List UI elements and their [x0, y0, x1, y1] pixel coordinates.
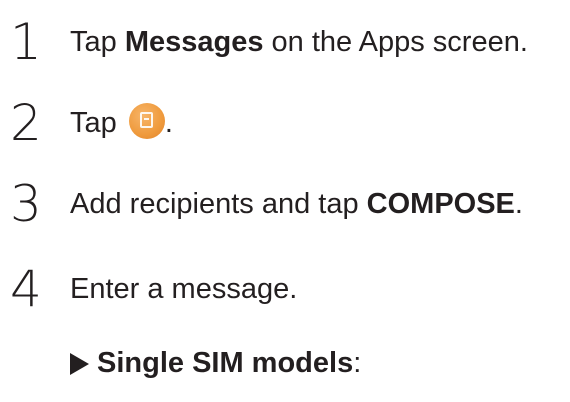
substep-colon: : [353, 347, 362, 379]
instruction-text: Tap [70, 26, 125, 58]
substep-single-sim: Single SIM models: [70, 333, 361, 393]
step-number: 4 [10, 260, 42, 318]
instruction-emphasis: COMPOSE [366, 188, 515, 220]
step-1: 1 Tap Messages on the Apps screen. [0, 12, 570, 72]
instruction-text: Enter a message. [70, 273, 298, 305]
step-number: 2 [10, 94, 42, 152]
compose-message-icon [128, 103, 165, 139]
step-number: 3 [10, 175, 42, 233]
instruction-text: Add recipients and tap [70, 188, 367, 220]
step-3: 3 Add recipients and tap COMPOSE. [0, 174, 570, 234]
step-instruction: Add recipients and tap COMPOSE. [70, 174, 523, 234]
instruction-text: Tap [70, 107, 125, 139]
step-4: 4 Enter a message. [0, 259, 570, 319]
instruction-text: . [514, 188, 523, 220]
triangle-bullet-icon [70, 353, 89, 375]
instruction-emphasis: Messages [124, 26, 264, 58]
step-instruction: Tap Messages on the Apps screen. [70, 12, 528, 72]
step-instruction: Tap . [70, 93, 173, 153]
step-instruction: Enter a message. [70, 259, 297, 319]
step-2: 2 Tap . [0, 93, 570, 153]
substep-label: Single SIM models [97, 347, 354, 379]
step-number: 1 [10, 13, 42, 71]
instruction-text: on the Apps screen. [263, 26, 528, 58]
instruction-text: . [164, 107, 173, 139]
